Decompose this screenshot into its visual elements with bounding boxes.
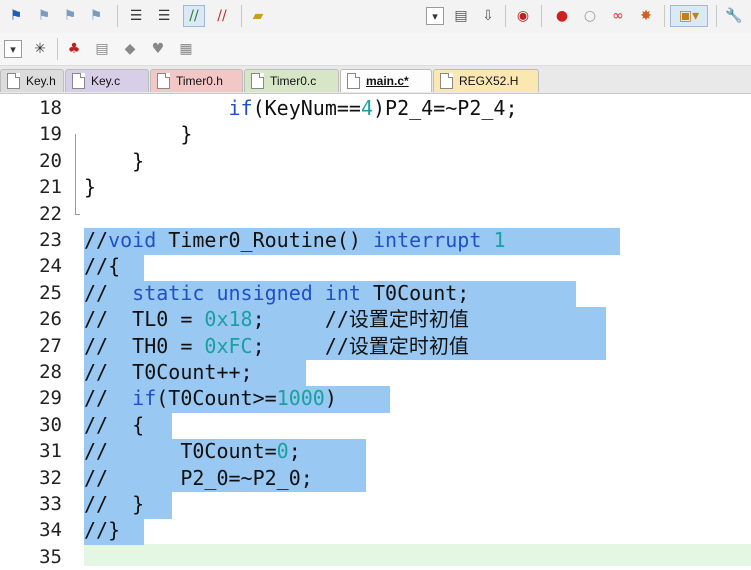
build-toolbar: ▾ ✳ ♣ ▤ ◆ ♥ ▦ — [0, 33, 751, 66]
code-line: } — [84, 148, 145, 173]
file-icon — [72, 73, 85, 89]
tab-label: Timer0.c — [270, 74, 317, 88]
file-icon — [251, 73, 264, 89]
options-icon[interactable]: ♣ — [64, 39, 84, 59]
file-manage-icon[interactable]: ▤ — [451, 6, 471, 26]
code-editor[interactable]: 18 19 20 21 22 23 24 25 26 27 28 29 30 31 32 33 34 35 if(… — [0, 94, 751, 568]
dropdown-arrow[interactable]: ▾ — [4, 40, 22, 58]
code-line: //} — [84, 518, 121, 543]
code-line: //void Timer0_Routine() interrupt 1 — [84, 228, 506, 252]
file-icon — [347, 73, 360, 89]
code-line: // TL0 = 0x18; //设置定时初值 — [84, 307, 469, 332]
line-number: 22 — [39, 202, 62, 225]
code-line: // T0Count=0; — [84, 439, 301, 464]
line-number: 27 — [39, 334, 62, 357]
breakpoint-enable-icon[interactable]: ○ — [580, 6, 600, 26]
current-line-highlight — [84, 544, 751, 566]
unindent-icon[interactable]: ☰ — [154, 6, 174, 26]
file-icon — [7, 73, 20, 89]
line-number: 23 — [39, 229, 62, 251]
code-line: // { — [84, 412, 145, 437]
tab-label: Key.h — [26, 74, 56, 88]
line-number: 29 — [39, 387, 62, 410]
line-number: 19 — [39, 123, 62, 146]
rebuild-icon[interactable]: ▦ — [176, 39, 196, 59]
code-line: // TH0 = 0xFC; //设置定时初值 — [84, 333, 469, 358]
line-number: 32 — [39, 466, 62, 489]
code-line: // } — [84, 492, 145, 516]
breakpoint-disable-icon[interactable]: ∞ — [608, 6, 628, 26]
file-tab-bar: Key.h Key.c Timer0.h Timer0.c main.c* REGX52.… — [0, 66, 751, 94]
bookmark-next-icon[interactable]: ⚑ — [60, 6, 80, 26]
comment-icon[interactable]: // — [183, 5, 205, 27]
file-icon — [157, 73, 170, 89]
line-number: 24 — [39, 255, 62, 278]
code-line: } — [84, 175, 97, 200]
build-icon[interactable]: ▤ — [92, 39, 112, 59]
code-line: // if(T0Count>=1000) — [84, 386, 337, 411]
fold-guide-end — [75, 214, 80, 215]
code-line: if(KeyNum==4)P2_4=~P2_4; — [228, 96, 518, 120]
code-line: // static unsigned int T0Count; — [84, 280, 470, 305]
line-number: 20 — [39, 149, 62, 172]
debug-icon[interactable]: ◉ — [513, 6, 533, 26]
tab-label: Timer0.h — [176, 74, 223, 88]
code-line: //{ — [84, 254, 121, 279]
line-number: 33 — [39, 493, 62, 515]
tab-key-h[interactable]: Key.h — [0, 69, 64, 92]
wrench-icon[interactable]: 🔧 — [724, 6, 744, 26]
line-number: 34 — [39, 519, 62, 542]
tab-label: Key.c — [91, 74, 121, 88]
file-icon — [440, 73, 453, 89]
window-layout-icon[interactable]: ▣▾ — [670, 5, 708, 27]
bookmark-clear-icon[interactable]: ⚑ — [86, 6, 106, 26]
batch-icon[interactable]: ♥ — [148, 39, 168, 59]
download-icon[interactable]: ⇩ — [478, 6, 498, 26]
line-number: 28 — [39, 361, 62, 383]
line-number: 26 — [39, 308, 62, 331]
breakpoint-insert-icon[interactable]: ● — [552, 6, 572, 26]
code-line: // T0Count++; — [84, 360, 253, 384]
line-number: 18 — [39, 97, 62, 119]
tab-key-c[interactable]: Key.c — [65, 69, 149, 92]
line-number: 25 — [39, 281, 62, 304]
line-number: 30 — [39, 413, 62, 436]
tab-label: main.c* — [366, 74, 409, 88]
breakpoint-kill-icon[interactable]: ✸ — [636, 6, 656, 26]
copy-target-icon[interactable]: ◆ — [120, 39, 140, 59]
uncomment-icon[interactable]: // — [212, 6, 232, 26]
magic-wand-icon[interactable]: ✳ — [30, 39, 50, 59]
line-number: 21 — [39, 176, 62, 199]
tab-timer0-c[interactable]: Timer0.c — [244, 69, 339, 92]
code-line: } — [84, 122, 193, 147]
open-folder-icon[interactable]: ▰ — [248, 6, 268, 26]
bookmark-icon[interactable]: ⚑ — [6, 6, 26, 26]
indent-icon[interactable]: ☰ — [126, 6, 146, 26]
line-number-gutter: 18 19 20 21 22 23 24 25 26 27 28 29 30 31 32 33 34 35 — [0, 94, 68, 568]
tab-main-c[interactable]: main.c* — [340, 69, 432, 92]
tab-regx52-h[interactable]: REGX52.H — [433, 69, 539, 92]
tab-timer0-h[interactable]: Timer0.h — [150, 69, 243, 92]
target-dropdown[interactable]: ▾ — [426, 7, 444, 25]
code-line: // P2_0=~P2_0; — [84, 465, 313, 490]
bookmark-prev-icon[interactable]: ⚑ — [34, 6, 54, 26]
tab-label: REGX52.H — [459, 74, 519, 88]
line-number: 31 — [39, 440, 62, 463]
fold-guide — [75, 134, 76, 214]
main-toolbar: ⚑ ⚑ ⚑ ⚑ ☰ ☰ // // ▰ ▾ ▤ ⇩ ◉ ● ○ ∞ ✸ ▣▾ 🔧 — [0, 0, 751, 34]
